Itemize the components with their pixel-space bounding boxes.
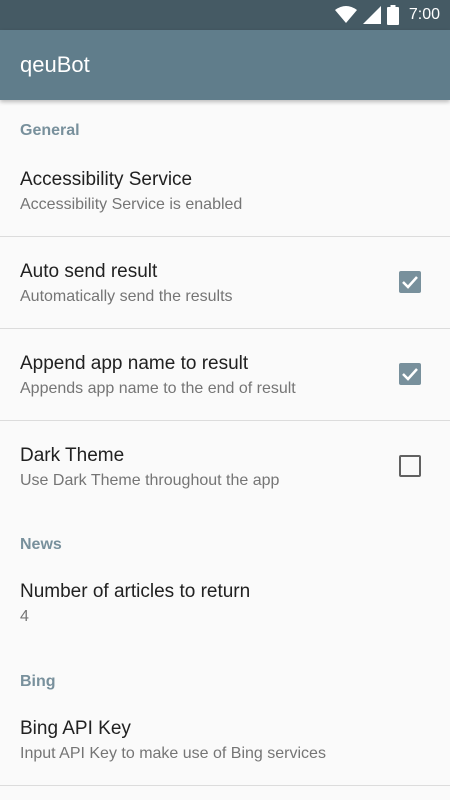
pref-summary: 4 (20, 608, 29, 625)
auto-send-checkbox[interactable] (399, 271, 421, 293)
status-icons: 7:00 (334, 0, 440, 30)
section-header-general: General (20, 122, 80, 139)
status-bar: 7:00 (0, 0, 450, 30)
preferences-list[interactable]: General Accessibility Service Accessibil… (0, 100, 450, 800)
pref-summary: Input API Key to make use of Bing servic… (20, 745, 326, 762)
section-header-news: News (20, 536, 62, 553)
app-bar: qeuBot (0, 30, 450, 100)
status-time: 7:00 (408, 6, 440, 23)
pref-summary: Appends app name to the end of result (20, 380, 296, 397)
pref-title: Dark Theme (20, 445, 125, 466)
pref-title: Accessibility Service (20, 169, 193, 190)
pref-dark-theme[interactable]: Dark Theme Use Dark Theme throughout the… (0, 421, 450, 513)
divider (0, 785, 450, 786)
pref-append-app-name[interactable]: Append app name to result Appends app na… (0, 329, 450, 420)
wifi-icon (334, 6, 357, 23)
section-header-bing: Bing (20, 673, 56, 690)
cell-signal-icon (362, 6, 381, 24)
pref-title: Bing API Key (20, 718, 131, 739)
pref-title: Append app name to result (20, 353, 249, 374)
pref-number-of-articles[interactable]: Number of articles to return 4 (0, 563, 450, 645)
pref-summary: Automatically send the results (20, 288, 233, 305)
pref-title: Auto send result (20, 261, 158, 282)
pref-summary: Accessibility Service is enabled (20, 196, 243, 213)
dark-theme-checkbox[interactable] (399, 455, 421, 477)
pref-bing-api-key[interactable]: Bing API Key Input API Key to make use o… (0, 700, 450, 785)
pref-accessibility-service[interactable]: Accessibility Service Accessibility Serv… (0, 150, 450, 236)
pref-title: Number of articles to return (20, 581, 251, 602)
pref-summary: Use Dark Theme throughout the app (20, 472, 280, 489)
append-app-name-checkbox[interactable] (399, 363, 421, 385)
check-icon (402, 368, 418, 381)
check-icon (402, 276, 418, 289)
app-title: qeuBot (20, 52, 90, 77)
battery-icon (386, 5, 399, 25)
pref-auto-send-result[interactable]: Auto send result Automatically send the … (0, 237, 450, 328)
